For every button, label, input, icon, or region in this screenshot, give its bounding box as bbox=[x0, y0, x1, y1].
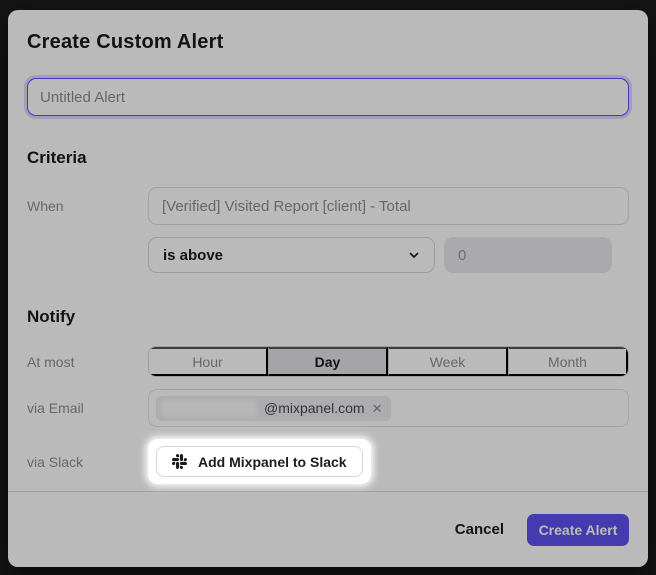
cancel-button[interactable]: Cancel bbox=[441, 513, 518, 546]
add-mixpanel-to-slack-button[interactable]: Add Mixpanel to Slack bbox=[156, 446, 363, 477]
alert-name-input[interactable] bbox=[27, 78, 629, 116]
threshold-input[interactable] bbox=[444, 237, 612, 273]
condition-row: is above bbox=[27, 237, 629, 273]
email-row: via Email @mixpanel.com ✕ bbox=[27, 389, 629, 427]
event-select-field[interactable]: [Verified] Visited Report [client] - Tot… bbox=[148, 187, 629, 225]
when-row: When [Verified] Visited Report [client] … bbox=[27, 187, 629, 225]
condition-dropdown-value: is above bbox=[163, 247, 223, 264]
email-recipients-field[interactable]: @mixpanel.com ✕ bbox=[148, 389, 629, 427]
close-icon[interactable]: ✕ bbox=[372, 402, 383, 415]
frequency-option-day[interactable]: Day bbox=[268, 347, 388, 376]
slack-icon bbox=[172, 454, 187, 469]
via-slack-label: via Slack bbox=[27, 454, 148, 470]
email-chip-domain: @mixpanel.com bbox=[264, 400, 365, 416]
criteria-heading: Criteria bbox=[27, 148, 629, 168]
frequency-segmented-control: Hour Day Week Month bbox=[148, 346, 629, 377]
when-label: When bbox=[27, 198, 148, 214]
slack-button-label: Add Mixpanel to Slack bbox=[198, 454, 347, 470]
email-chip: @mixpanel.com ✕ bbox=[156, 396, 391, 421]
create-alert-button[interactable]: Create Alert bbox=[527, 514, 629, 546]
frequency-option-month[interactable]: Month bbox=[508, 347, 628, 376]
slack-row: via Slack Add Mixpanel to Slack bbox=[27, 439, 629, 484]
create-custom-alert-modal: Create Custom Alert Criteria When [Verif… bbox=[8, 10, 648, 567]
modal-footer: Cancel Create Alert bbox=[8, 491, 648, 567]
tutorial-spotlight: Add Mixpanel to Slack bbox=[148, 439, 371, 484]
frequency-option-hour[interactable]: Hour bbox=[149, 347, 268, 376]
modal-body: Create Custom Alert Criteria When [Verif… bbox=[8, 10, 648, 491]
at-most-label: At most bbox=[27, 354, 148, 370]
frequency-option-week[interactable]: Week bbox=[388, 347, 508, 376]
chevron-down-icon bbox=[408, 249, 420, 261]
condition-dropdown[interactable]: is above bbox=[148, 237, 435, 273]
frequency-row: At most Hour Day Week Month bbox=[27, 346, 629, 377]
email-redacted-username bbox=[161, 400, 257, 417]
via-email-label: via Email bbox=[27, 400, 148, 416]
notify-heading: Notify bbox=[27, 307, 629, 327]
page-title: Create Custom Alert bbox=[27, 31, 629, 54]
